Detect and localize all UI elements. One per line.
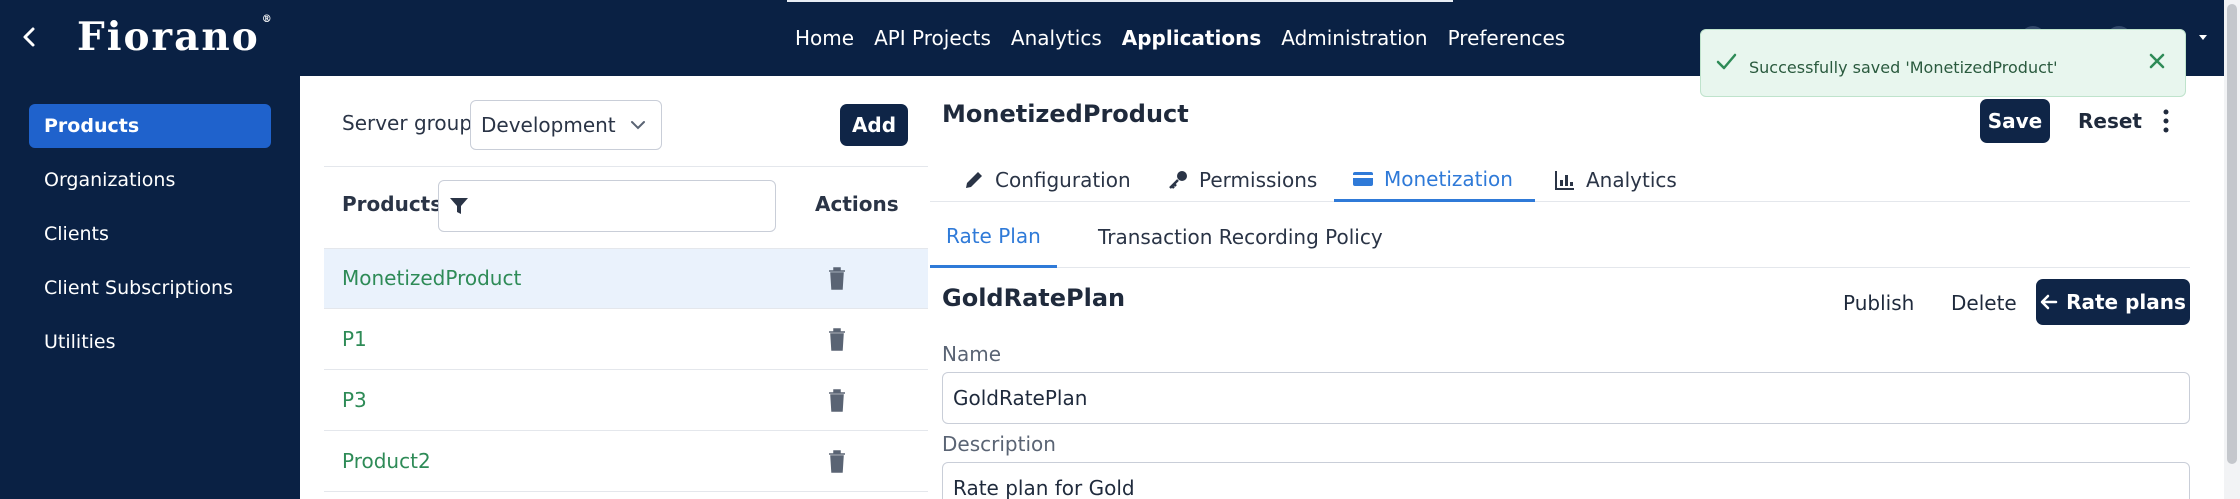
delete-button[interactable]: Delete [1939,284,2029,322]
name-label: Name [942,342,1002,366]
back-button[interactable] [14,20,44,54]
main-nav: Home API Projects Analytics Applications… [795,0,1565,76]
description-field[interactable] [942,462,2190,499]
fiorano-logo[interactable]: Fiorano ® [77,14,272,60]
product-title: MonetizedProduct [942,100,1189,128]
product-filter[interactable] [438,180,776,232]
products-panel: Server group Development Add Products Ac… [300,76,930,499]
checkmark-icon [1716,53,1737,70]
toast-message: Successfully saved 'MonetizedProduct' [1749,58,2058,77]
product-name[interactable]: P1 [342,327,367,351]
monetization-subtabs: Rate Plan Transaction Recording Policy [930,206,2190,268]
table-row[interactable]: MonetizedProduct [324,249,928,309]
nav-analytics[interactable]: Analytics [1011,26,1102,50]
table-row[interactable]: P3 [324,371,928,431]
sidebar-item-clients[interactable]: Clients [29,212,271,256]
nav-api-projects[interactable]: API Projects [874,26,991,50]
rate-plan-title: GoldRatePlan [942,284,1126,312]
nav-applications[interactable]: Applications [1122,26,1261,50]
product-name[interactable]: MonetizedProduct [342,266,521,290]
server-group-select[interactable]: Development [470,100,662,150]
divider [324,166,928,167]
tab-configuration[interactable]: Configuration [963,158,1131,202]
tab-analytics[interactable]: Analytics [1554,158,1677,202]
tab-monetization[interactable]: Monetization [1334,158,1535,202]
trash-icon[interactable] [826,326,848,352]
product-name[interactable]: P3 [342,388,367,412]
bar-chart-icon [1555,171,1574,190]
name-field[interactable] [942,372,2190,424]
rate-plans-button[interactable]: Rate plans [2036,279,2190,325]
nav-home[interactable]: Home [795,26,854,50]
sidebar-item-products[interactable]: Products [29,104,271,148]
description-label: Description [942,432,1056,456]
trash-icon[interactable] [826,448,848,474]
arrow-left-icon [2040,294,2058,310]
product-filter-input[interactable] [479,189,769,223]
credit-card-icon [1353,171,1373,186]
sidebar-item-organizations[interactable]: Organizations [29,158,271,202]
left-sidebar: Products Organizations Clients Client Su… [0,76,300,499]
subtab-rate-plan[interactable]: Rate Plan [930,206,1057,268]
publish-button[interactable]: Publish [1831,284,1926,322]
trash-icon[interactable] [826,387,848,413]
actions-column-header: Actions [815,192,899,216]
products-column-header: Products [342,192,443,216]
more-options-icon[interactable] [2160,106,2172,136]
product-name[interactable]: Product2 [342,449,431,473]
close-icon[interactable] [2147,51,2167,71]
scrollbar-thumb[interactable] [2227,4,2237,464]
table-row[interactable]: Product2 [324,432,928,492]
page-scrollbar[interactable] [2224,0,2240,499]
pencil-icon [966,172,982,188]
sidebar-item-client-subscriptions[interactable]: Client Subscriptions [29,266,271,310]
nav-preferences[interactable]: Preferences [1448,26,1566,50]
reset-button[interactable]: Reset [2070,99,2150,143]
product-detail: MonetizedProduct Save Reset Configuratio… [930,76,2240,499]
add-product-button[interactable]: Add [840,104,908,146]
caret-down-icon[interactable] [2196,30,2210,44]
sidebar-item-utilities[interactable]: Utilities [29,320,271,364]
detail-tabs: Configuration Permissions Monetization A… [930,158,2190,202]
server-group-label: Server group [342,111,473,135]
chevron-left-icon [23,27,35,47]
chevron-down-icon [631,121,645,130]
nav-administration[interactable]: Administration [1281,26,1427,50]
trash-icon[interactable] [826,265,848,291]
save-button[interactable]: Save [1980,99,2050,143]
filter-icon [450,198,468,214]
table-row[interactable]: P1 [324,310,928,370]
subtab-transaction-recording-policy[interactable]: Transaction Recording Policy [1098,206,1383,268]
tab-permissions[interactable]: Permissions [1167,158,1317,202]
success-toast: Successfully saved 'MonetizedProduct' [1700,29,2186,97]
key-icon [1169,171,1187,189]
server-group-value: Development [481,113,616,137]
